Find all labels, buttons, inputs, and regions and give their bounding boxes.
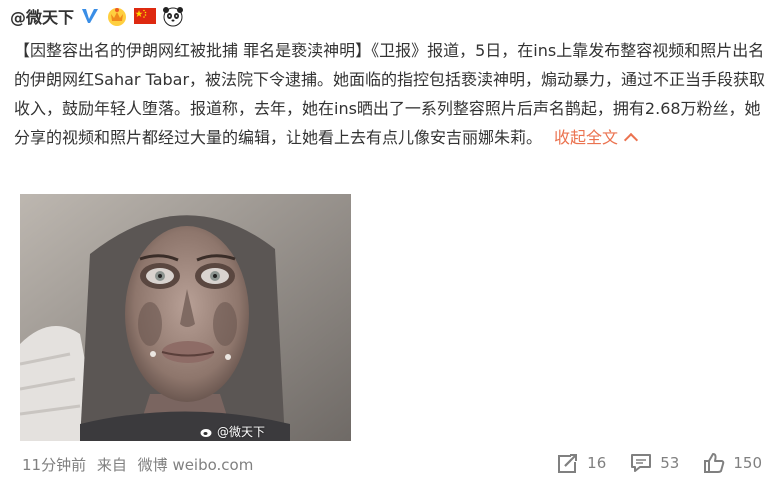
post-image[interactable]: @微天下 (20, 194, 351, 441)
post-time[interactable]: 11分钟前 (22, 456, 86, 474)
watermark-text: @微天下 (217, 425, 266, 439)
post-actions: 16 53 150 (533, 452, 762, 474)
like-button[interactable]: 150 (703, 452, 762, 474)
repost-button[interactable]: 16 (557, 452, 606, 474)
vip-crown-icon (108, 8, 127, 26)
like-count: 150 (733, 454, 762, 472)
repost-icon (558, 452, 580, 473)
comment-button[interactable]: 53 (630, 452, 679, 474)
collapse-label: 收起全文 (554, 128, 619, 147)
post-header: @微天下 (10, 4, 184, 28)
post-meta: 11分钟前 来自 微博 weibo.com (22, 454, 253, 475)
weibo-logo-icon (200, 428, 212, 437)
image-watermark: @微天下 (200, 423, 265, 440)
comment-count: 53 (660, 454, 680, 472)
post-content: 【因整容出名的伊朗网红被批捕 罪名是亵渎神明】《卫报》报道，5日，在ins上靠发… (14, 36, 774, 152)
portrait-photo (20, 194, 351, 441)
source-prefix: 来自 (96, 456, 127, 474)
panda-icon (163, 7, 184, 27)
repost-count: 16 (587, 454, 607, 472)
collapse-full-text-link[interactable]: 收起全文 (554, 128, 639, 148)
post-source[interactable]: 微博 weibo.com (138, 456, 254, 474)
like-icon (704, 453, 725, 473)
weibo-post: @微天下 【因整容出名的伊朗网红被批捕 罪名是亵渎神明】《卫报》报道，5日，在i… (0, 0, 780, 488)
post-headline: 【因整容出名的伊朗网红被批捕 罪名是亵渎神明】 (14, 41, 372, 60)
chevron-up-icon (623, 132, 639, 148)
verified-icon (82, 9, 99, 23)
comment-icon (631, 454, 652, 472)
china-flag-icon (134, 8, 157, 24)
author-name[interactable]: @微天下 (10, 4, 74, 28)
